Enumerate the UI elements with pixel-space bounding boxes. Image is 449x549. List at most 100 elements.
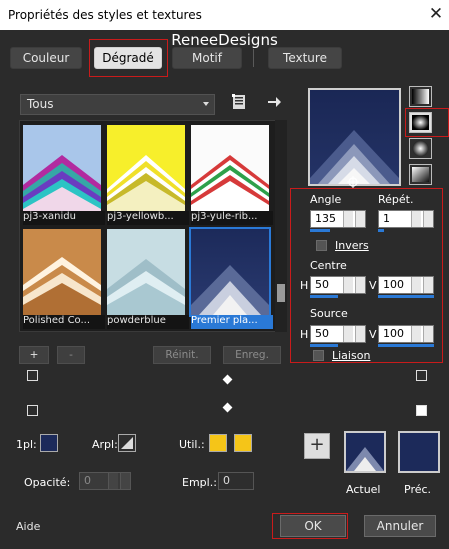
- category-dropdown[interactable]: Tous: [20, 94, 215, 115]
- repeat-slider[interactable]: [378, 229, 384, 232]
- opacity-stop-right[interactable]: [416, 405, 427, 416]
- color-stop-top-left[interactable]: [27, 370, 38, 381]
- source-h-slider[interactable]: [310, 344, 338, 347]
- use-bg-color-button[interactable]: [234, 434, 252, 452]
- source-v-spinner[interactable]: 100: [378, 325, 434, 343]
- spin-arrows-icon[interactable]: [343, 211, 353, 227]
- save-button[interactable]: Enreg.: [223, 346, 281, 364]
- thumb-premier-image: [191, 229, 269, 315]
- current-label: Actuel: [346, 483, 381, 496]
- midpoint-marker[interactable]: [222, 374, 233, 385]
- opacity-value: 0: [84, 474, 91, 487]
- linear-style-button[interactable]: [409, 86, 432, 107]
- source-h-value: 50: [315, 327, 329, 340]
- remove-gradient-button[interactable]: -: [57, 346, 85, 364]
- window-title: Propriétés des styles et textures: [8, 8, 202, 22]
- foreground-color-button[interactable]: [40, 434, 58, 452]
- gradient-thumb-selected[interactable]: Premier pla...: [189, 227, 273, 329]
- center-v-spinner[interactable]: 100: [378, 276, 434, 294]
- title-bar: Propriétés des styles et textures ✕: [0, 0, 449, 30]
- repeat-value: 1: [383, 212, 390, 225]
- library-icon[interactable]: [232, 93, 248, 111]
- chevron-down-icon[interactable]: [423, 211, 433, 227]
- cancel-button[interactable]: Annuler: [364, 515, 436, 537]
- sunburst-style-button[interactable]: [409, 138, 432, 159]
- add-to-swatches-button[interactable]: +: [304, 433, 330, 459]
- crosshair-icon[interactable]: [347, 176, 359, 188]
- use-fg-color-button[interactable]: [209, 434, 227, 452]
- spin-arrows-icon[interactable]: [411, 326, 421, 342]
- spin-arrows-icon[interactable]: [343, 277, 353, 293]
- tab-couleur[interactable]: Couleur: [10, 47, 82, 69]
- chevron-down-icon[interactable]: [423, 277, 433, 293]
- gradient-thumb[interactable]: pj3-xanidu: [23, 125, 105, 225]
- spin-arrows-icon[interactable]: [343, 326, 353, 342]
- center-h-spinner[interactable]: 50: [310, 276, 366, 294]
- source-v-value: 100: [383, 327, 404, 340]
- close-icon[interactable]: ✕: [428, 4, 444, 24]
- center-v-label: V: [369, 279, 377, 292]
- gradient-browser: pj3-xanidu pj3-yellowb... pj3-yule-rib..…: [19, 120, 287, 332]
- location-field[interactable]: 0: [218, 472, 254, 490]
- chevron-down-icon[interactable]: [423, 326, 433, 342]
- thumb-label: Premier pla...: [191, 315, 273, 329]
- location-value: 0: [223, 474, 230, 487]
- thumb-yellow-image: [107, 125, 185, 211]
- radial-style-button[interactable]: [409, 164, 432, 185]
- gradient-thumb[interactable]: Polished Co...: [23, 229, 105, 329]
- gradient-thumb[interactable]: pj3-yule-rib...: [191, 125, 273, 225]
- background-label: Arpl:: [92, 438, 118, 451]
- previous-label: Préc.: [404, 483, 432, 496]
- thumb-powderblue-image: [107, 229, 185, 315]
- previous-swatch[interactable]: [398, 431, 440, 473]
- center-h-value: 50: [315, 278, 329, 291]
- thumb-yule-image: [191, 125, 269, 211]
- use-label: Util.:: [179, 438, 205, 451]
- gradient-preview[interactable]: [308, 88, 401, 186]
- chevron-down-icon[interactable]: [355, 211, 365, 227]
- help-link[interactable]: Aide: [16, 520, 40, 533]
- center-h-slider[interactable]: [310, 295, 338, 298]
- angle-spinner[interactable]: 135: [310, 210, 366, 228]
- thumb-xanidu-image: [23, 125, 101, 211]
- angle-slider[interactable]: [310, 229, 330, 232]
- scrollbar-thumb[interactable]: [277, 284, 285, 302]
- chevron-down-icon[interactable]: [355, 277, 365, 293]
- thumb-label: powderblue: [107, 315, 189, 329]
- source-h-spinner[interactable]: 50: [310, 325, 366, 343]
- center-h-label: H: [300, 279, 309, 292]
- link-checkbox[interactable]: [313, 350, 324, 361]
- spin-arrows-icon[interactable]: [108, 473, 118, 489]
- invert-checkbox[interactable]: [316, 240, 327, 251]
- arrow-right-icon[interactable]: [266, 94, 282, 110]
- spin-arrows-icon[interactable]: [411, 277, 421, 293]
- repeat-spinner[interactable]: 1: [378, 210, 434, 228]
- spin-arrows-icon[interactable]: [411, 211, 421, 227]
- reset-button[interactable]: Réinit.: [153, 346, 211, 364]
- location-label: Empl.:: [182, 476, 217, 489]
- link-label: Liaison: [332, 349, 371, 362]
- source-v-label: V: [369, 328, 377, 341]
- opacity-stop-left[interactable]: [27, 405, 38, 416]
- tab-motif[interactable]: Motif: [172, 47, 242, 69]
- angle-value: 135: [315, 212, 336, 225]
- add-gradient-button[interactable]: +: [19, 346, 49, 364]
- gradient-thumb[interactable]: pj3-yellowb...: [107, 125, 189, 225]
- gradient-thumb[interactable]: powderblue: [107, 229, 189, 329]
- opacity-spinner[interactable]: 0: [79, 472, 131, 490]
- source-v-slider[interactable]: [378, 344, 434, 347]
- preview-image: [310, 90, 399, 184]
- chevron-down-icon[interactable]: [120, 473, 130, 489]
- highlight-box: [89, 39, 168, 77]
- background-color-button[interactable]: [118, 434, 136, 452]
- tab-texture[interactable]: Texture: [268, 47, 342, 69]
- thumb-label: pj3-xanidu: [23, 211, 105, 225]
- chevron-down-icon: [203, 102, 209, 106]
- center-v-slider[interactable]: [378, 295, 434, 298]
- chevron-down-icon[interactable]: [355, 326, 365, 342]
- color-stop-top-right[interactable]: [416, 370, 427, 381]
- opacity-midpoint-marker[interactable]: [222, 402, 233, 413]
- tab-divider: [253, 49, 254, 67]
- current-swatch[interactable]: [344, 431, 386, 473]
- browser-scrollbar[interactable]: [275, 120, 287, 332]
